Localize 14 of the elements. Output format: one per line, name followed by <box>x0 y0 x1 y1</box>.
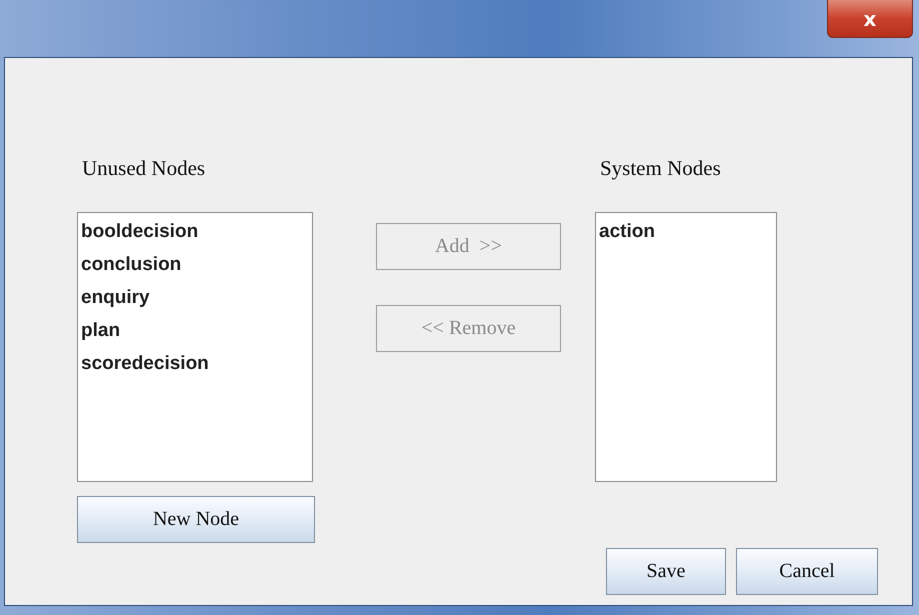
list-item[interactable]: conclusion <box>80 250 310 283</box>
list-item[interactable]: enquiry <box>80 283 310 316</box>
new-node-button[interactable]: New Node <box>77 496 315 543</box>
node-list[interactable]: booldecision conclusion enquiry plan scoredecision <box>77 212 313 482</box>
dialog-button[interactable]: Save <box>606 548 726 595</box>
node-list[interactable]: action <box>595 212 777 482</box>
list-label: System Nodes <box>599 156 722 180</box>
dialog-button[interactable]: Cancel <box>736 548 878 595</box>
list-item[interactable]: booldecision <box>80 217 310 250</box>
list-item[interactable]: action <box>598 217 774 250</box>
close-button[interactable]: x <box>827 0 913 38</box>
list-item[interactable]: plan <box>80 316 310 349</box>
list-item[interactable]: scoredecision <box>80 349 310 382</box>
list-label: Unused Nodes <box>81 156 206 180</box>
